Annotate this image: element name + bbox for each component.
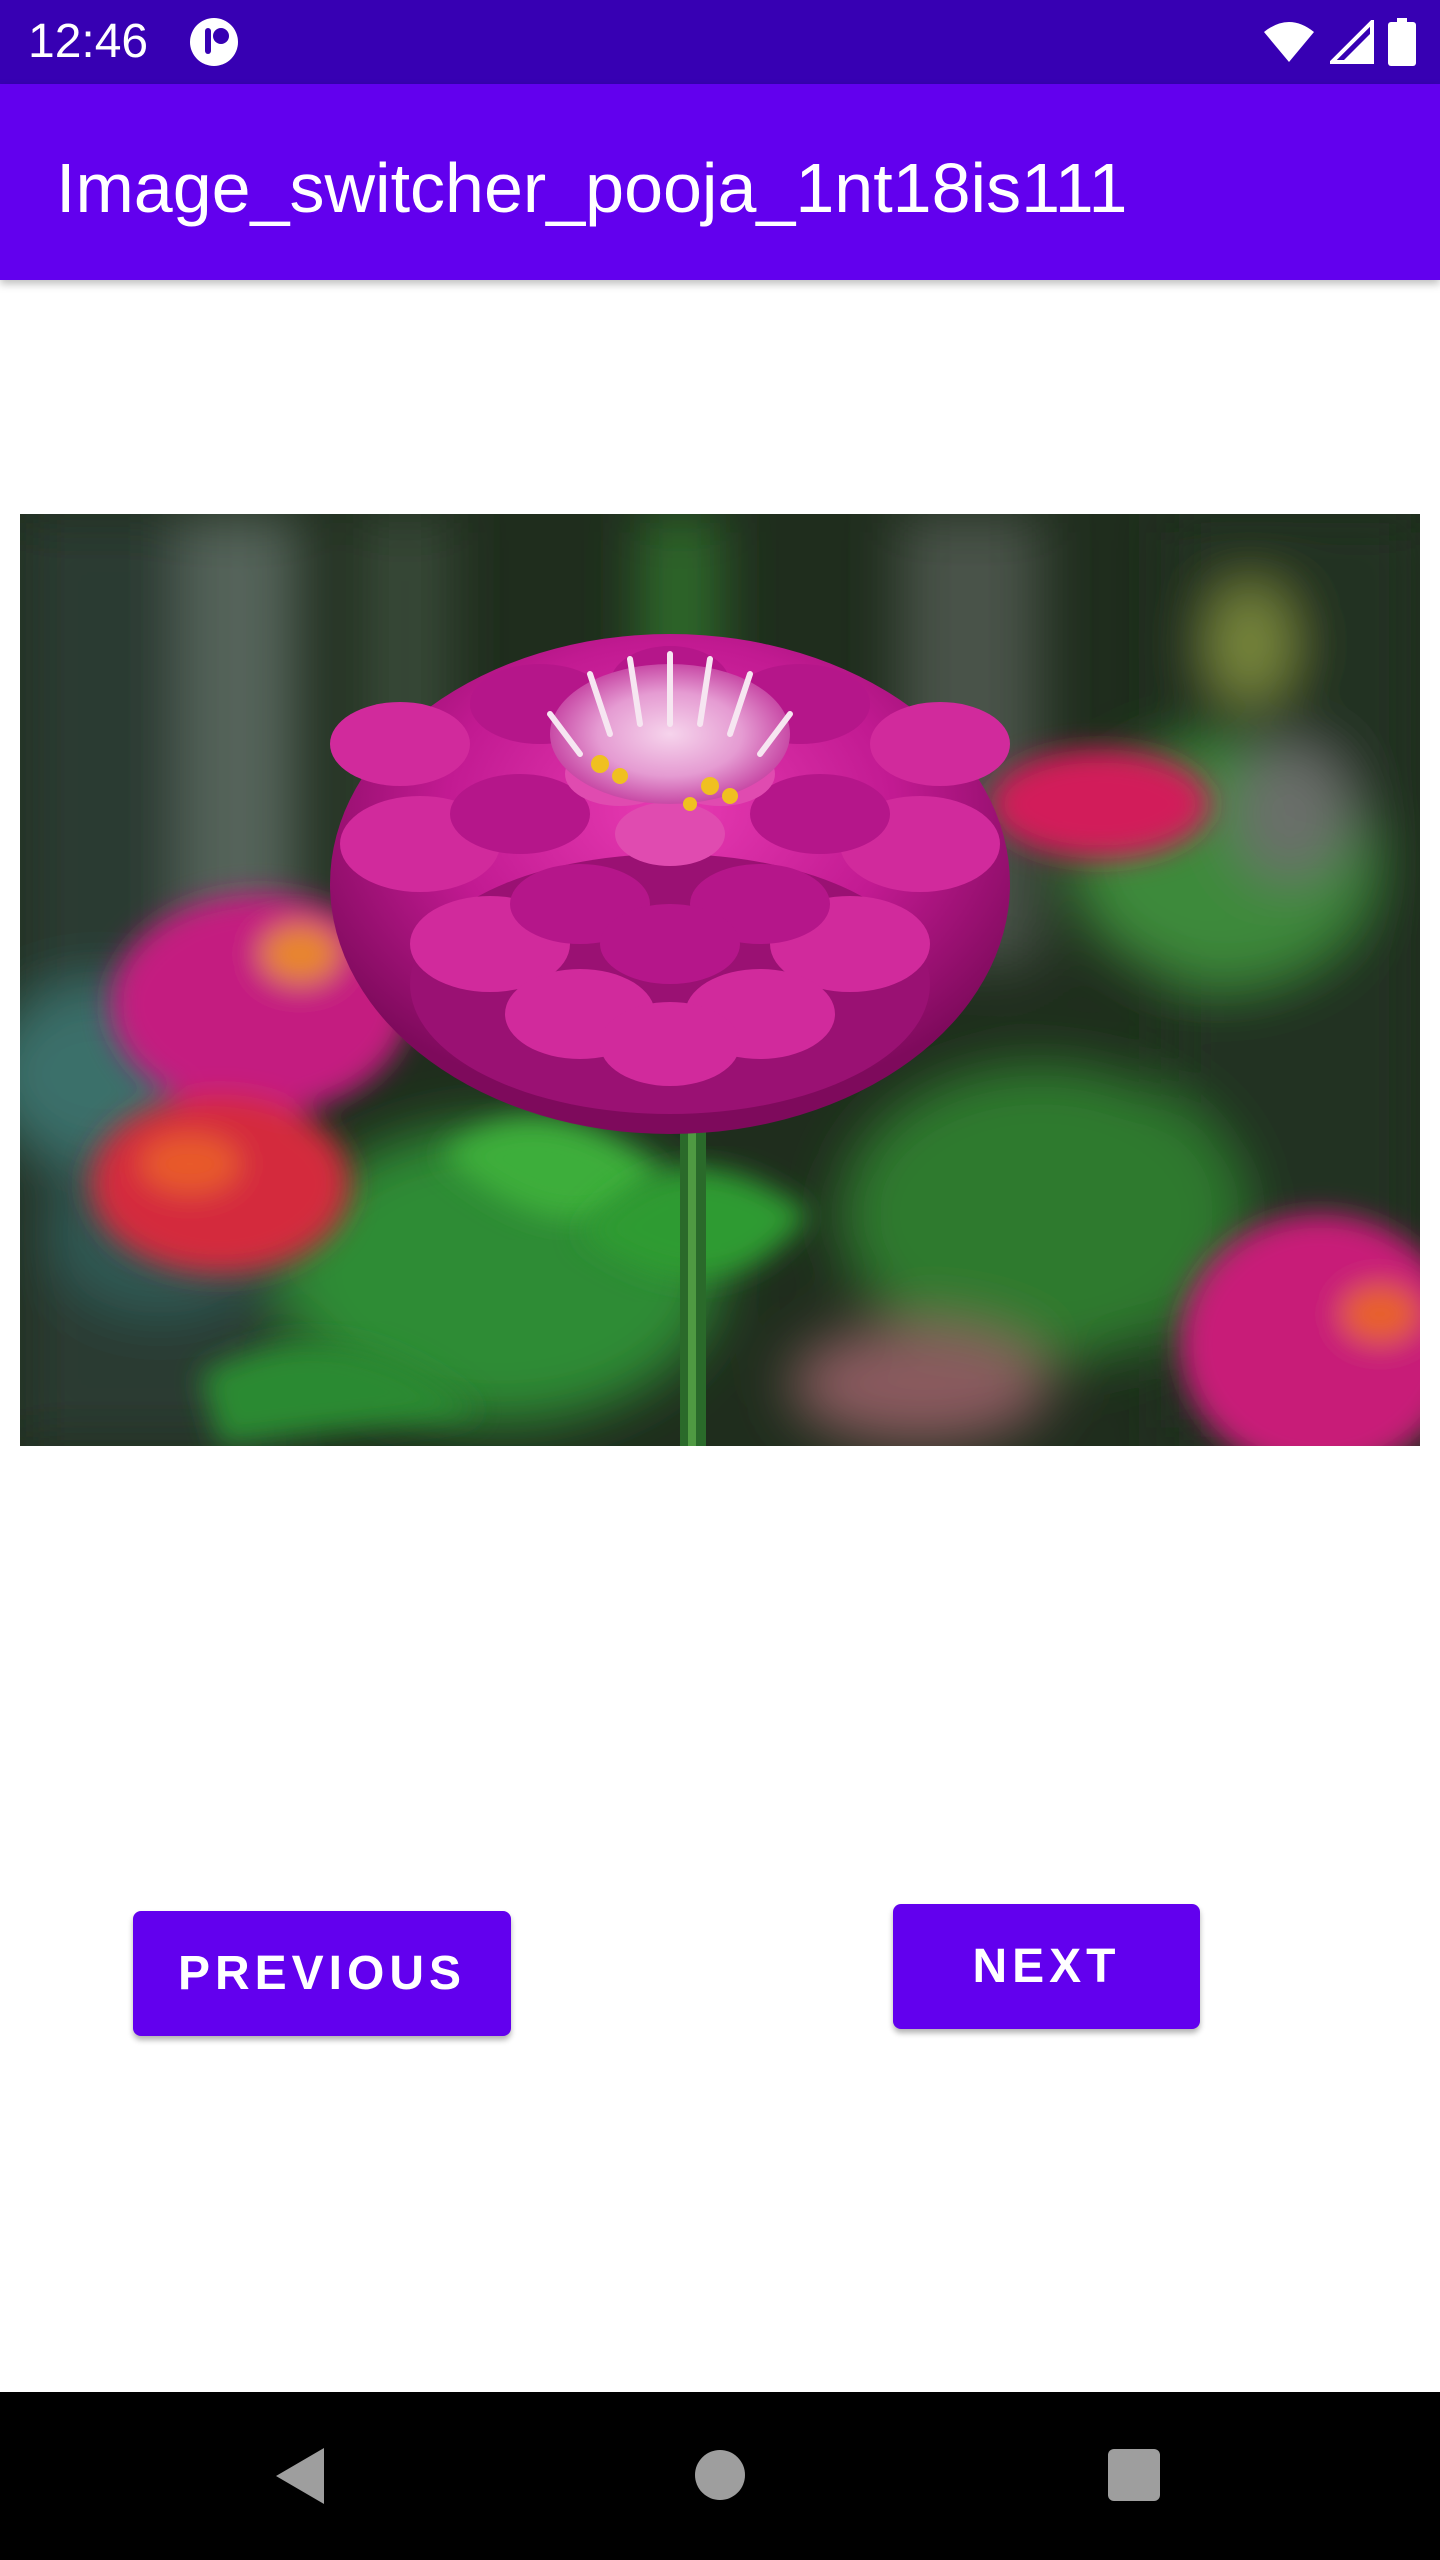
status-bar: 12:46 [0, 0, 1440, 84]
battery-icon [1388, 18, 1416, 66]
previous-button[interactable]: PREVIOUS [133, 1911, 511, 2036]
navigation-bar [0, 2392, 1440, 2560]
image-switcher [20, 514, 1420, 1446]
wifi-icon [1264, 22, 1314, 62]
back-icon[interactable] [272, 2446, 328, 2506]
next-button[interactable]: NEXT [893, 1904, 1200, 2029]
status-icons [1262, 16, 1416, 68]
notification-app-icon [190, 18, 238, 66]
screen: 12:46 Image_switcher_pooja_1nt18is111 PR… [0, 0, 1440, 2560]
home-icon[interactable] [695, 2450, 745, 2500]
app-bar: Image_switcher_pooja_1nt18is111 [0, 84, 1440, 280]
app-title: Image_switcher_pooja_1nt18is111 [56, 149, 1128, 227]
cellular-signal-icon [1330, 20, 1374, 64]
flower-photo [20, 514, 1420, 1446]
recents-icon[interactable] [1108, 2449, 1160, 2501]
status-time: 12:46 [28, 15, 149, 68]
